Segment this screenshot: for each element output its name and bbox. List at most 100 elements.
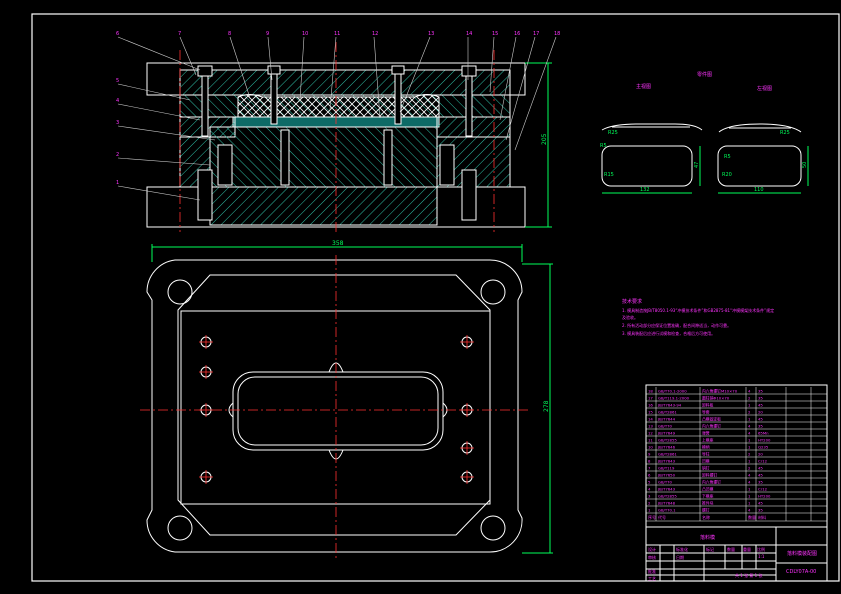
bom-cell: GB/T2861 <box>658 410 677 415</box>
section-height-dim: 205 <box>541 133 548 145</box>
rubber-pad <box>237 94 440 118</box>
label-qty: 数量 <box>727 546 735 552</box>
bom-cell: Cr12 <box>758 459 768 464</box>
bom-cell: 2 <box>748 466 751 471</box>
bom-cell: 4 <box>748 389 751 394</box>
lower-die <box>209 126 438 188</box>
bom-cell: 2 <box>748 452 751 457</box>
balloon-label: 12 <box>372 31 378 37</box>
bom-cell: 1 <box>748 438 751 443</box>
part-left-radius-b: R15 <box>604 172 614 178</box>
label-std: 标准化 <box>676 546 688 552</box>
bom-cell: GB/T119 <box>658 466 675 471</box>
bom-cell: 内六角螺钉 <box>702 424 721 429</box>
bom-cell: 弹簧 <box>702 431 710 436</box>
bom-cell: 1 <box>748 487 751 492</box>
bom-cell: 18 <box>648 389 653 394</box>
bom-cell: 11 <box>648 438 653 443</box>
bom-cell: 35 <box>758 480 763 485</box>
bom-cell: Cr12 <box>758 487 768 492</box>
bom-cell: 导套 <box>702 410 710 415</box>
label-designer: 设计 <box>648 546 656 552</box>
bom-cell: 卸料螺钉 <box>702 473 717 478</box>
bom-cell: GB/T70.1 <box>658 508 676 513</box>
part-left-label: 主视图 <box>636 83 651 90</box>
bom-cell: 导柱 <box>702 452 710 457</box>
bom-cell: 4 <box>748 480 751 485</box>
bom-header-cell: 材料 <box>758 514 766 520</box>
bom-cell: 卸料板 <box>702 403 714 408</box>
cad-drawing: 205 123456 7 8 9 10 11 12 13 14 15 16 17 18 <box>31 13 840 582</box>
bom-cell: 凹模 <box>702 459 710 464</box>
bom-cell: 下模座 <box>702 494 714 499</box>
bom-cell: GB/T70 <box>658 480 673 485</box>
bom-cell: GB/T2861 <box>658 452 677 457</box>
bom-cell: GB/T70.1-2000 <box>658 389 687 394</box>
bom-cell: JB/T7648 <box>657 501 676 506</box>
bom-cell: 20 <box>758 452 763 457</box>
notes-line-3: 3. 模具装配后应进行试模和检查，合格后方可使用。 <box>622 330 715 336</box>
part-view-title: 零件图 <box>697 71 712 78</box>
section-view: 205 <box>146 42 552 232</box>
part-right-radius-a: R5 <box>724 154 731 160</box>
bom-cell: 4 <box>748 473 751 478</box>
part-right-height: 50 <box>802 162 808 168</box>
bom-cell: 35 <box>758 396 763 401</box>
bom-header-cell: 名称 <box>702 514 710 520</box>
bom-cell: 2 <box>648 501 651 506</box>
bom-cell: 上模座 <box>702 438 714 443</box>
technical-notes: 技术要求 1. 模具制造按JB/T8050.1-93“冲模技术条件”和GB287… <box>622 298 774 336</box>
bom-cell: JB/T7643 <box>657 459 676 464</box>
balloon-label: 1 <box>116 180 119 186</box>
label-checker: 审核 <box>648 554 656 560</box>
bom-cell: JB/T7650 <box>657 473 676 478</box>
bom-cell: 45 <box>758 501 763 506</box>
bom-header-cell: 序号 <box>648 514 656 520</box>
label-approver: 批准 <box>648 568 656 574</box>
bom-cell: 35 <box>758 508 763 513</box>
bom-cell: 13 <box>648 424 653 429</box>
balloon-label: 2 <box>116 152 119 158</box>
bom-cell: JB/T7646 <box>657 445 676 450</box>
notes-line-1: 1. 模具制造按JB/T8050.1-93“冲模技术条件”和GB2875-81“… <box>622 307 774 313</box>
label-date: 日期 <box>676 554 684 560</box>
balloon-leader <box>117 185 201 201</box>
balloon-label: 7 <box>178 31 181 37</box>
drawing-scale: 1:1 <box>758 554 765 559</box>
bom-cell: 螺钉 <box>702 508 710 513</box>
bom-header-cell: 数量 <box>748 514 756 520</box>
balloon-label: 17 <box>533 31 539 37</box>
bom-cell: HT200 <box>758 494 771 499</box>
bom-cell: 45 <box>758 473 763 478</box>
bom-cell: 20 <box>758 410 763 415</box>
bom-cell: 17 <box>648 396 653 401</box>
balloon-label: 14 <box>466 31 472 37</box>
part-left-outline <box>601 145 693 187</box>
bom-cell: JB/T7644 <box>657 417 676 422</box>
bom-cell: 推件块 <box>702 501 714 506</box>
blank-profile <box>232 371 444 451</box>
bom-cell: JB/T7649 <box>657 431 676 436</box>
part-left-height: 47 <box>694 162 700 168</box>
bom-cell: HT200 <box>758 438 771 443</box>
bom-cell: 65Mn <box>758 431 769 436</box>
plan-view: 358 278 <box>140 240 553 560</box>
bom-cell: Q235 <box>758 445 769 450</box>
bom-cell: 圆柱销Φ10×70 <box>702 396 730 401</box>
bom-cell: 1 <box>648 508 651 513</box>
plan-width-dim: 358 <box>332 240 344 247</box>
bom-cell: JB/T7643-94 <box>657 403 682 408</box>
bom-cell: 内六角螺钉M10×70 <box>702 389 738 394</box>
bom-cell: 1 <box>748 494 751 499</box>
bom-cell: JB/T7643 <box>657 487 676 492</box>
notes-line-2: 2. 所有活动部分应保证位置准确，配合间隙适当，动作可靠。 <box>622 322 731 328</box>
bom-cell: 12 <box>648 431 653 436</box>
bom-cell: 1 <box>748 445 751 450</box>
bom-cell: 模柄 <box>702 445 710 450</box>
drawing-code: CDLY07A-00 <box>786 569 816 575</box>
bom-cell: GB/T70 <box>658 424 673 429</box>
bom-cell: 14 <box>648 417 653 422</box>
part-right-outline <box>717 145 802 187</box>
bom-cell: 10 <box>648 445 653 450</box>
bom-cell: 1 <box>748 403 751 408</box>
